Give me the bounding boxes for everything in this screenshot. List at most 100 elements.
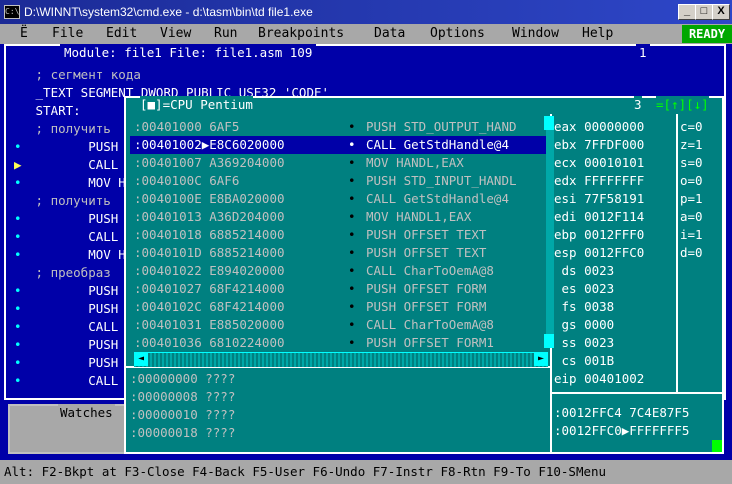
menu-view[interactable]: View [160,25,191,43]
bullet-icon: • [348,155,356,170]
menu-options[interactable]: Options [430,25,485,43]
register-value[interactable]: ds 0023 [554,262,676,280]
dump-row[interactable]: :00000018 ???? [130,424,235,442]
code-instruction: PUSH OFFSET TEXT [366,227,487,242]
code-row[interactable]: :00401007 A369204000 • MOV HANDL,EAX [130,154,550,172]
window-title-bar: C:\ D:\WINNT\system32\cmd.exe - d:\tasm\… [0,0,732,24]
register-value[interactable]: es 0023 [554,280,676,298]
menu-run[interactable]: Run [214,25,237,43]
code-instruction: PUSH OFFSET FORM [366,299,487,314]
code-instruction: MOV HANDL1,EAX [366,209,472,224]
menu-breakpoints[interactable]: Breakpoints [258,25,344,43]
flag-value[interactable]: c=0 [680,118,720,136]
code-row[interactable]: :0040102C 68F4214000 • PUSH OFFSET FORM [130,298,550,316]
scroll-right-arrow-icon[interactable]: ► [534,352,548,366]
code-row-selected[interactable]: :00401002▶E8C6020000 • CALL GetStdHandle@4 [130,136,550,154]
system-menu[interactable]: Ë [20,25,28,43]
code-address: :0040100E E8BA020000 [134,191,285,206]
resize-handle-icon[interactable] [712,440,722,452]
code-row[interactable]: :00401022 E894020000 • CALL CharToOemA@8 [130,262,550,280]
menu-file[interactable]: File [52,25,83,43]
code-row[interactable]: :00401027 68F4214000 • PUSH OFFSET FORM [130,280,550,298]
window-title: D:\WINNT\system32\cmd.exe - d:\tasm\bin\… [24,5,313,19]
dump-row[interactable]: :00000008 ???? [130,388,235,406]
flag-value[interactable]: d=0 [680,244,720,262]
code-row[interactable]: :00401036 6810224000 • PUSH OFFSET FORM1 [130,334,550,352]
watches-window-title: Watches [58,404,115,422]
source-line: START: [28,103,81,118]
code-address: :0040101D 6885214000 [134,245,285,260]
code-instruction: CALL CharToOemA@8 [366,263,494,278]
close-button[interactable]: X [712,4,730,20]
console-icon: C:\ [4,5,20,19]
scroll-down-thumb-icon[interactable] [544,334,554,348]
cpu-window-controls[interactable]: =[↑][↓] [656,96,709,114]
code-address: :0040100C 6AF6 [134,173,240,188]
register-value[interactable]: ebp 0012FFF0 [554,226,676,244]
code-address: :00401031 E885020000 [134,317,285,332]
menu-edit[interactable]: Edit [106,25,137,43]
cpu-register-divider [676,114,678,392]
source-line: PUSH [28,355,119,370]
code-instruction: PUSH OFFSET FORM [366,281,487,296]
flag-value[interactable]: o=0 [680,172,720,190]
code-address: :00401027 68F4214000 [134,281,285,296]
register-value[interactable]: esp 0012FFC0 [554,244,676,262]
register-value[interactable]: eax 00000000 [554,118,676,136]
bullet-icon: • [348,281,356,296]
code-row[interactable]: :0040100C 6AF6 • PUSH STD_INPUT_HANDL [130,172,550,190]
flag-value[interactable]: a=0 [680,208,720,226]
code-address: :00401000 6AF5 [134,119,240,134]
code-instruction: PUSH OFFSET TEXT [366,245,487,260]
menu-window[interactable]: Window [512,25,559,43]
flag-value[interactable]: p=1 [680,190,720,208]
breakpoint-dot-icon: • [14,337,22,352]
register-value[interactable]: gs 0000 [554,316,676,334]
maximize-button[interactable]: □ [695,4,713,20]
register-value[interactable]: ecx 00010101 [554,154,676,172]
register-value[interactable]: edx FFFFFFFF [554,172,676,190]
code-row[interactable]: :00401031 E885020000 • CALL CharToOemA@8 [130,316,550,334]
stack-row[interactable]: :0012FFC4 7C4E87F5 [554,404,689,422]
breakpoint-dot-icon: • [14,283,22,298]
code-address: :00401002▶E8C6020000 [134,137,285,152]
source-line: CALL [28,373,119,388]
cpu-horizontal-scrollbar[interactable] [134,352,548,367]
code-row[interactable]: :00401013 A36D204000 • MOV HANDL1,EAX [130,208,550,226]
dump-row[interactable]: :00000000 ???? [130,370,235,388]
bullet-icon: • [348,335,356,350]
register-value[interactable]: ss 0023 [554,334,676,352]
scroll-left-arrow-icon[interactable]: ◄ [134,352,148,366]
scroll-up-thumb-icon[interactable] [544,116,554,130]
flag-value[interactable]: i=1 [680,226,720,244]
bullet-icon: • [348,173,356,188]
source-line: PUSH [28,301,119,316]
stack-row[interactable]: :0012FFC0▶FFFFFFF5 [554,422,689,440]
code-row[interactable]: :00401018 6885214000 • PUSH OFFSET TEXT [130,226,550,244]
bullet-icon: • [348,119,356,134]
bullet-icon: • [348,209,356,224]
code-row[interactable]: :0040101D 6885214000 • PUSH OFFSET TEXT [130,244,550,262]
breakpoint-dot-icon: • [14,373,22,388]
dump-row[interactable]: :00000010 ???? [130,406,235,424]
cpu-vertical-scrollbar[interactable] [546,116,554,348]
register-value[interactable]: ebx 7FFDF000 [554,136,676,154]
flag-value[interactable]: z=1 [680,136,720,154]
source-line: CALL [28,319,119,334]
menu-data[interactable]: Data [374,25,405,43]
minimize-button[interactable]: _ [678,4,696,20]
source-line: MOV H [28,247,126,262]
menu-help[interactable]: Help [582,25,613,43]
register-value[interactable]: eip 00401002 [554,370,676,388]
bullet-icon: • [348,263,356,278]
register-value[interactable]: esi 77F58191 [554,190,676,208]
bullet-icon: • [348,299,356,314]
flag-value[interactable]: s=0 [680,154,720,172]
code-row[interactable]: :00401000 6AF5 • PUSH STD_OUTPUT_HAND [130,118,550,136]
cpu-stack-divider [552,392,722,394]
code-instruction: MOV HANDL,EAX [366,155,464,170]
register-value[interactable]: edi 0012F114 [554,208,676,226]
code-row[interactable]: :0040100E E8BA020000 • CALL GetStdHandle@4 [130,190,550,208]
register-value[interactable]: fs 0038 [554,298,676,316]
register-value[interactable]: cs 001B [554,352,676,370]
